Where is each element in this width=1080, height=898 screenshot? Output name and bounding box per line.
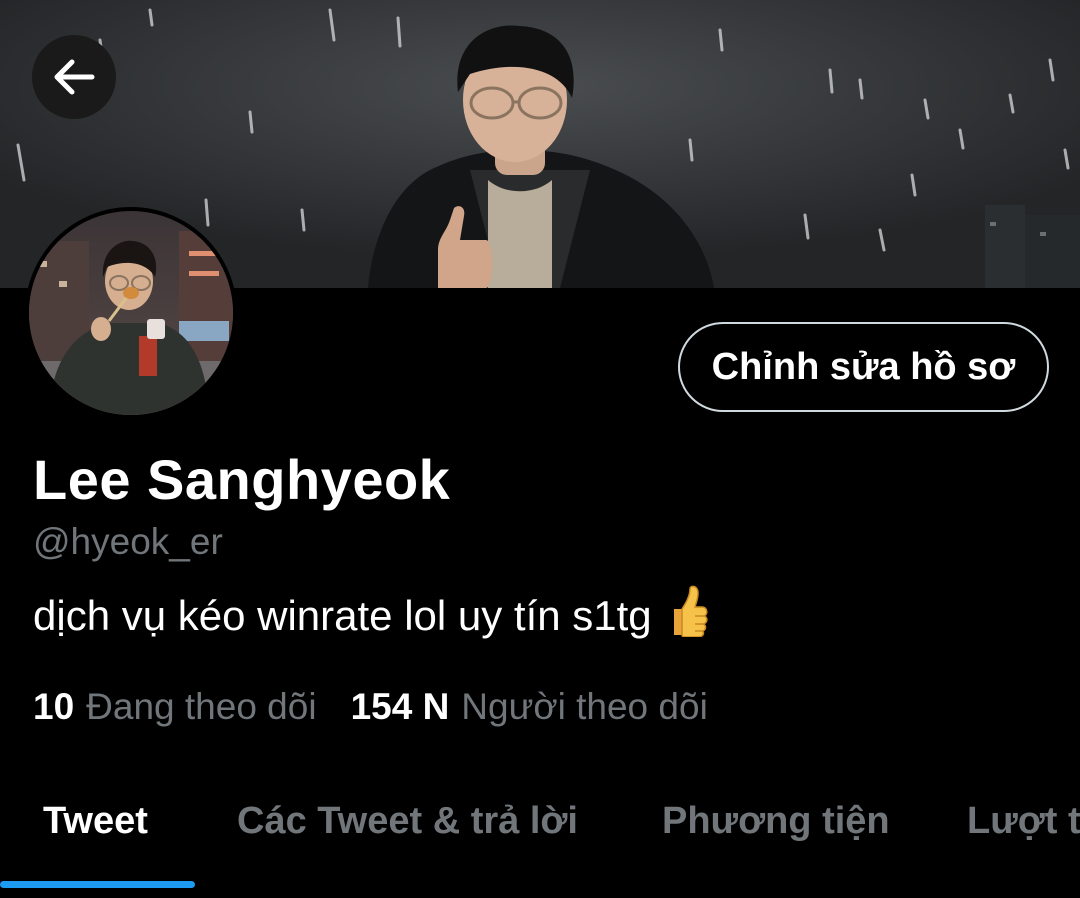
avatar[interactable]	[25, 207, 237, 419]
followers-count: 154 N	[350, 686, 450, 727]
edit-profile-button[interactable]: Chỉnh sửa hồ sơ	[678, 322, 1049, 412]
following-label: Đang theo dõi	[86, 686, 317, 727]
arrow-left-icon	[54, 59, 95, 95]
display-name: Lee Sanghyeok	[33, 448, 451, 511]
followers-link[interactable]: 154 N Người theo dõi	[351, 686, 708, 728]
active-tab-indicator	[0, 881, 195, 888]
tab-tweets-replies[interactable]: Các Tweet & trả lời	[237, 800, 578, 843]
following-count: 10	[33, 686, 75, 727]
bio: dịch vụ kéo winrate lol uy tín s1tg	[33, 585, 708, 647]
followers-label: Người theo dõi	[461, 686, 708, 727]
tab-likes[interactable]: Lượt thích	[967, 800, 1080, 843]
bio-text: dịch vụ kéo winrate lol uy tín s1tg	[33, 592, 652, 639]
tab-media[interactable]: Phương tiện	[662, 800, 890, 843]
profile-tabs: Tweet Các Tweet & trả lời Phương tiện Lư…	[0, 780, 1080, 898]
user-handle: @hyeok_er	[33, 521, 223, 562]
tab-tweets[interactable]: Tweet	[43, 800, 148, 843]
thumbs-up-icon	[668, 585, 708, 647]
back-button[interactable]	[32, 35, 116, 119]
avatar-photo	[29, 211, 233, 415]
follow-stats: 10 Đang theo dõi 154 N Người theo dõi	[33, 686, 708, 728]
following-link[interactable]: 10 Đang theo dõi	[33, 686, 317, 728]
